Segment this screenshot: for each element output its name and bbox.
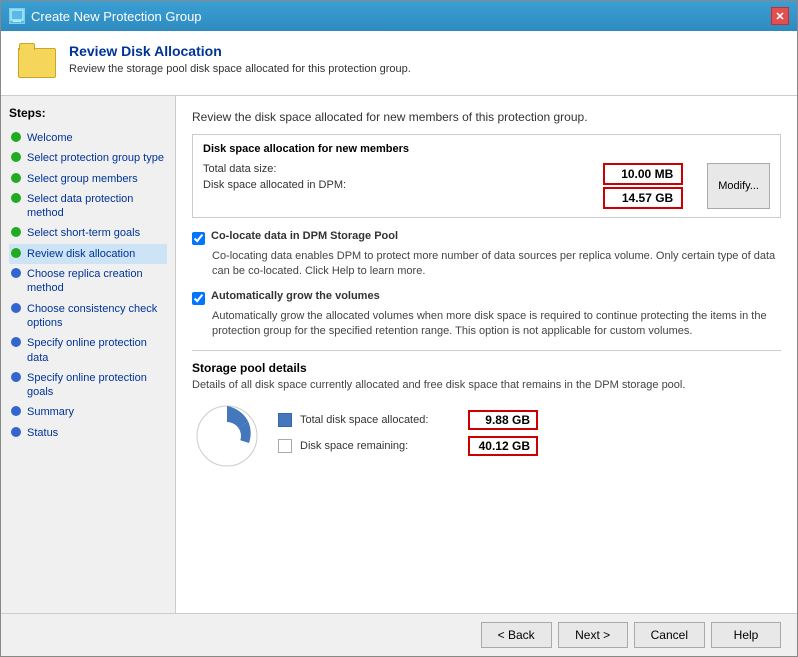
sidebar-item-protection-group-type[interactable]: Select protection group type [9,148,167,168]
sidebar-item-choose-replica[interactable]: Choose replica creation method [9,264,167,299]
co-locate-desc: Co-locating data enables DPM to protect … [212,249,781,280]
close-button[interactable]: ✕ [771,7,789,25]
sidebar-item-group-members[interactable]: Select group members [9,169,167,189]
auto-grow-section: Automatically grow the volumes Automatic… [192,290,781,340]
allocated-row: Total disk space allocated: 9.88 GB [278,410,781,430]
cancel-button[interactable]: Cancel [634,622,705,648]
header-title: Review Disk Allocation [69,43,411,59]
main-window: Create New Protection Group ✕ Review Dis… [0,0,798,657]
allocated-color-box [278,413,292,427]
remaining-row: Disk space remaining: 40.12 GB [278,436,781,456]
dot-data-protection-method [11,193,21,203]
intro-text: Review the disk space allocated for new … [192,110,781,124]
co-locate-label: Co-locate data in DPM Storage Pool [211,230,398,242]
disk-space-value: 14.57 GB [603,187,683,209]
co-locate-section: Co-locate data in DPM Storage Pool Co-lo… [192,230,781,280]
main-content: Steps: Welcome Select protection group t… [1,96,797,613]
dot-summary [11,406,21,416]
sidebar-item-data-protection-method[interactable]: Select data protection method [9,189,167,224]
header-icon [17,43,57,83]
total-data-value: 10.00 MB [603,163,683,185]
storage-pool-section: Storage pool details Details of all disk… [192,350,781,471]
co-locate-row: Co-locate data in DPM Storage Pool [192,230,781,245]
total-data-label: Total data size: [203,163,403,175]
dot-consistency-check [11,303,21,313]
disk-alloc-title: Disk space allocation for new members [203,143,770,155]
storage-pool-title: Storage pool details [192,361,781,375]
auto-grow-desc: Automatically grow the allocated volumes… [212,309,781,340]
storage-pool-desc: Details of all disk space currently allo… [192,379,781,391]
window-body: Review Disk Allocation Review the storag… [1,31,797,656]
remaining-label: Disk space remaining: [300,440,460,452]
next-button[interactable]: Next > [558,622,628,648]
allocated-label: Total disk space allocated: [300,414,460,426]
sidebar-item-review-disk-allocation[interactable]: Review disk allocation [9,244,167,264]
dot-online-protection-goals [11,372,21,382]
dot-short-term-goals [11,227,21,237]
sidebar-item-online-protection-data[interactable]: Specify online protection data [9,333,167,368]
header-text: Review Disk Allocation Review the storag… [69,43,411,75]
alloc-values-group: 10.00 MB 14.57 GB [603,163,683,209]
disk-alloc-box: Disk space allocation for new members To… [192,134,781,218]
app-icon [9,8,25,24]
dot-review-disk-allocation [11,248,21,258]
pie-chart [192,401,262,471]
auto-grow-row: Automatically grow the volumes [192,290,781,305]
sidebar-item-consistency-check[interactable]: Choose consistency check options [9,299,167,334]
dot-online-protection-data [11,337,21,347]
modify-button[interactable]: Modify... [707,163,770,209]
auto-grow-label: Automatically grow the volumes [211,290,380,302]
sidebar-item-welcome[interactable]: Welcome [9,128,167,148]
folder-icon [18,48,56,78]
storage-pool-content: Total disk space allocated: 9.88 GB Disk… [192,401,781,471]
help-button[interactable]: Help [711,622,781,648]
dot-group-members [11,173,21,183]
auto-grow-checkbox[interactable] [192,292,205,305]
remaining-color-box [278,439,292,453]
header-section: Review Disk Allocation Review the storag… [1,31,797,96]
sidebar: Steps: Welcome Select protection group t… [1,96,176,613]
sidebar-item-summary[interactable]: Summary [9,402,167,422]
window-title: Create New Protection Group [31,9,202,24]
dot-welcome [11,132,21,142]
title-bar-left: Create New Protection Group [9,8,202,24]
dot-choose-replica [11,268,21,278]
header-description: Review the storage pool disk space alloc… [69,63,411,75]
sidebar-item-short-term-goals[interactable]: Select short-term goals [9,223,167,243]
title-bar: Create New Protection Group ✕ [1,1,797,31]
disk-space-label: Disk space allocated in DPM: [203,179,403,191]
allocated-value: 9.88 GB [468,410,538,430]
dot-status [11,427,21,437]
co-locate-checkbox[interactable] [192,232,205,245]
disk-space-row: Disk space allocated in DPM: [203,179,595,191]
storage-pool-details: Total disk space allocated: 9.88 GB Disk… [278,410,781,462]
content-panel: Review the disk space allocated for new … [176,96,797,613]
back-button[interactable]: < Back [481,622,552,648]
total-data-row: Total data size: [203,163,595,175]
sidebar-item-online-protection-goals[interactable]: Specify online protection goals [9,368,167,403]
steps-label: Steps: [9,106,167,120]
sidebar-item-status[interactable]: Status [9,423,167,443]
dot-protection-group-type [11,152,21,162]
remaining-value: 40.12 GB [468,436,538,456]
footer: < Back Next > Cancel Help [1,613,797,656]
